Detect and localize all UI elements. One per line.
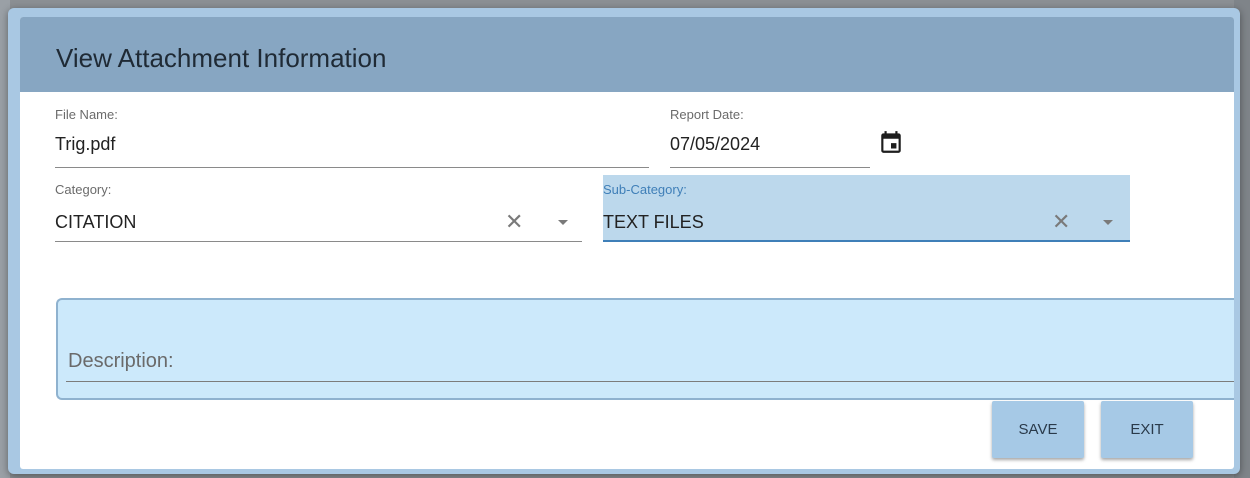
file-name-input[interactable]: Trig.pdf xyxy=(55,134,115,155)
report-date-underline xyxy=(670,167,870,168)
calendar-icon[interactable] xyxy=(878,128,904,156)
sub-category-underline xyxy=(603,240,1130,242)
description-field[interactable]: Description: xyxy=(56,298,1234,400)
sub-category-label: Sub-Category: xyxy=(603,182,687,197)
dialog-title: View Attachment Information xyxy=(56,43,387,73)
exit-button[interactable]: EXIT xyxy=(1101,401,1193,458)
attachment-dialog: View Attachment Information File Name: T… xyxy=(20,17,1234,469)
description-label: Description: xyxy=(68,350,174,372)
dialog-header: View Attachment Information xyxy=(20,17,1234,92)
file-name-label: File Name: xyxy=(55,107,118,122)
description-underline xyxy=(66,381,1234,382)
file-name-underline xyxy=(55,167,649,168)
category-underline xyxy=(55,241,582,242)
report-date-label: Report Date: xyxy=(670,107,744,122)
category-select[interactable]: CITATION xyxy=(55,212,136,233)
category-label: Category: xyxy=(55,182,112,197)
sub-category-dropdown-icon[interactable] xyxy=(1101,217,1115,227)
save-button[interactable]: SAVE xyxy=(992,401,1084,458)
report-date-input[interactable]: 07/05/2024 xyxy=(670,134,760,155)
sub-category-clear-icon[interactable]: ✕ xyxy=(1052,211,1070,233)
category-dropdown-icon[interactable] xyxy=(556,217,570,227)
sub-category-select[interactable]: TEXT FILES xyxy=(603,212,704,233)
category-clear-icon[interactable]: ✕ xyxy=(505,211,523,233)
